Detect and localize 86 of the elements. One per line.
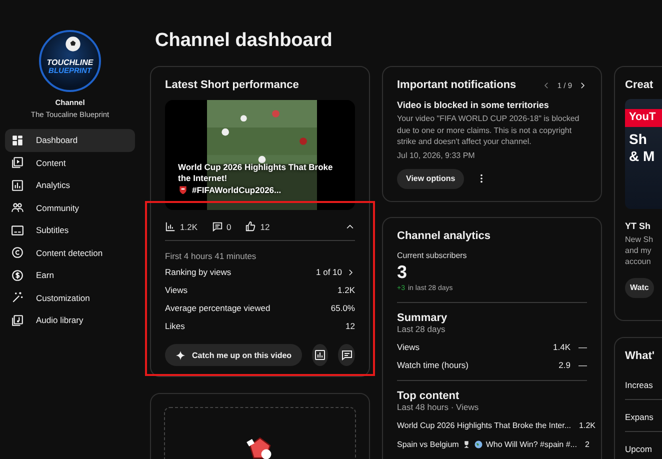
subtitles-icon	[11, 224, 24, 237]
dollar-icon	[11, 268, 24, 282]
video-title: World Cup 2026 Highlights That Broke the Inter...	[397, 420, 572, 430]
sidebar-item[interactable]: Earn	[5, 264, 135, 286]
stat-value: 1.2K	[180, 222, 198, 232]
metric-label: Average percentage viewed	[165, 303, 270, 313]
item-text: accoun	[625, 256, 652, 268]
catch-up-button[interactable]: Catch me up on this video	[165, 344, 302, 366]
bar-chart-icon	[165, 221, 176, 232]
analytics-icon	[11, 178, 24, 192]
ball-icon	[65, 36, 81, 52]
news-item[interactable]: Upcom	[625, 432, 662, 459]
analytics-button[interactable]	[312, 344, 328, 366]
magic-wand-icon	[11, 291, 24, 304]
view-count: 1.2K	[579, 420, 596, 430]
item-text: and my	[625, 245, 652, 256]
card-title: Latest Short performance	[165, 79, 300, 91]
sidebar-item[interactable]: Analytics	[5, 174, 135, 196]
metric-label: Ranking by views	[165, 267, 232, 277]
emblem-icon	[178, 185, 188, 196]
video-title: Who Will Win? #spain #...	[486, 440, 577, 449]
stat-value: 0	[226, 222, 232, 232]
subscriber-count: 3	[397, 262, 408, 283]
section-title: Top content	[397, 390, 460, 402]
subscribers-label: Current subscribers	[397, 250, 468, 260]
trend-text: —	[578, 342, 587, 352]
music-library-icon	[11, 314, 24, 327]
card-title: Creat	[625, 79, 654, 91]
period-text: Last 28 days	[397, 324, 446, 334]
metric-label: Views	[165, 285, 188, 295]
comments-button[interactable]	[338, 344, 355, 366]
metric-label: Views	[397, 342, 420, 352]
metric-value: 1 of 10	[316, 267, 342, 277]
card-title: Important notifications	[397, 79, 516, 91]
sparkle-icon	[175, 350, 186, 360]
promo-text: Sh	[629, 132, 647, 146]
chevron-right-icon[interactable]	[346, 268, 355, 276]
globe-icon	[474, 440, 483, 449]
period-text: Last 48 hours · Views	[397, 402, 480, 412]
sidebar-item[interactable]: Content	[5, 152, 135, 174]
metric-label: Watch time (hours)	[397, 360, 468, 370]
metric-value: 1.2K	[338, 285, 355, 295]
sidebar-item[interactable]: Community	[5, 196, 135, 219]
section-title: Summary	[397, 312, 448, 324]
stat-value: 12	[260, 222, 270, 232]
page-title: Channel dashboard	[155, 30, 334, 52]
promo-text: & M	[629, 149, 655, 163]
sidebar-item[interactable]: Dashboard	[5, 129, 135, 152]
notification-text: Your video "FIFA WORLD CUP 2026-18" is blocked due to one or more claims. This is not a copyright strike and doesn't affect your channel.	[397, 113, 580, 148]
sidebar-item[interactable]: Audio library	[5, 309, 135, 332]
next-icon[interactable]	[578, 80, 587, 90]
thumbs-up-icon	[245, 221, 256, 232]
community-icon	[11, 201, 24, 214]
notification-date: Jul 10, 2026, 9:33 PM	[397, 150, 476, 160]
metric-value: 12	[346, 321, 355, 331]
comment-icon	[212, 221, 222, 232]
item-title: YT Sh	[625, 221, 652, 231]
analytics-icon	[314, 349, 326, 361]
video-hashtag: #FIFAWorldCup2026...	[192, 184, 282, 196]
metric-label: Likes	[165, 321, 185, 331]
view-count: 2	[584, 440, 590, 449]
news-item[interactable]: Expans	[625, 400, 662, 432]
logo-text: TOUCHLINE	[46, 59, 94, 68]
card-title: Channel analytics	[397, 230, 492, 242]
metric-value: 65.0%	[330, 303, 355, 313]
trophy-icon	[462, 440, 471, 449]
period-text: First 4 hours 41 minutes	[165, 251, 258, 261]
comment-icon	[340, 349, 353, 361]
metric-value: 1.4K	[553, 342, 570, 352]
video-list-icon	[11, 156, 24, 170]
sidebar-item[interactable]: Customization	[5, 286, 135, 309]
view-options-button[interactable]: View options	[397, 168, 464, 189]
trend-text: —	[578, 360, 587, 370]
watch-button[interactable]: Watc	[625, 278, 654, 298]
metric-value: 2.9	[558, 360, 570, 370]
promo-banner: YouT	[625, 109, 662, 127]
copyright-icon	[11, 246, 24, 260]
card-title: What'	[625, 350, 656, 362]
notification-heading: Video is blocked in some territories	[397, 100, 550, 110]
item-text: New Sh	[625, 234, 654, 246]
sidebar-item[interactable]: Content detection	[5, 242, 135, 264]
sidebar-item[interactable]: Subtitles	[5, 219, 135, 242]
news-item[interactable]: Increas	[625, 368, 662, 400]
video-title: Spain vs Belgium	[397, 440, 459, 449]
video-title: World Cup 2026 Highlights That Broke the Internet!	[178, 162, 334, 185]
dashboard-icon	[11, 134, 24, 147]
